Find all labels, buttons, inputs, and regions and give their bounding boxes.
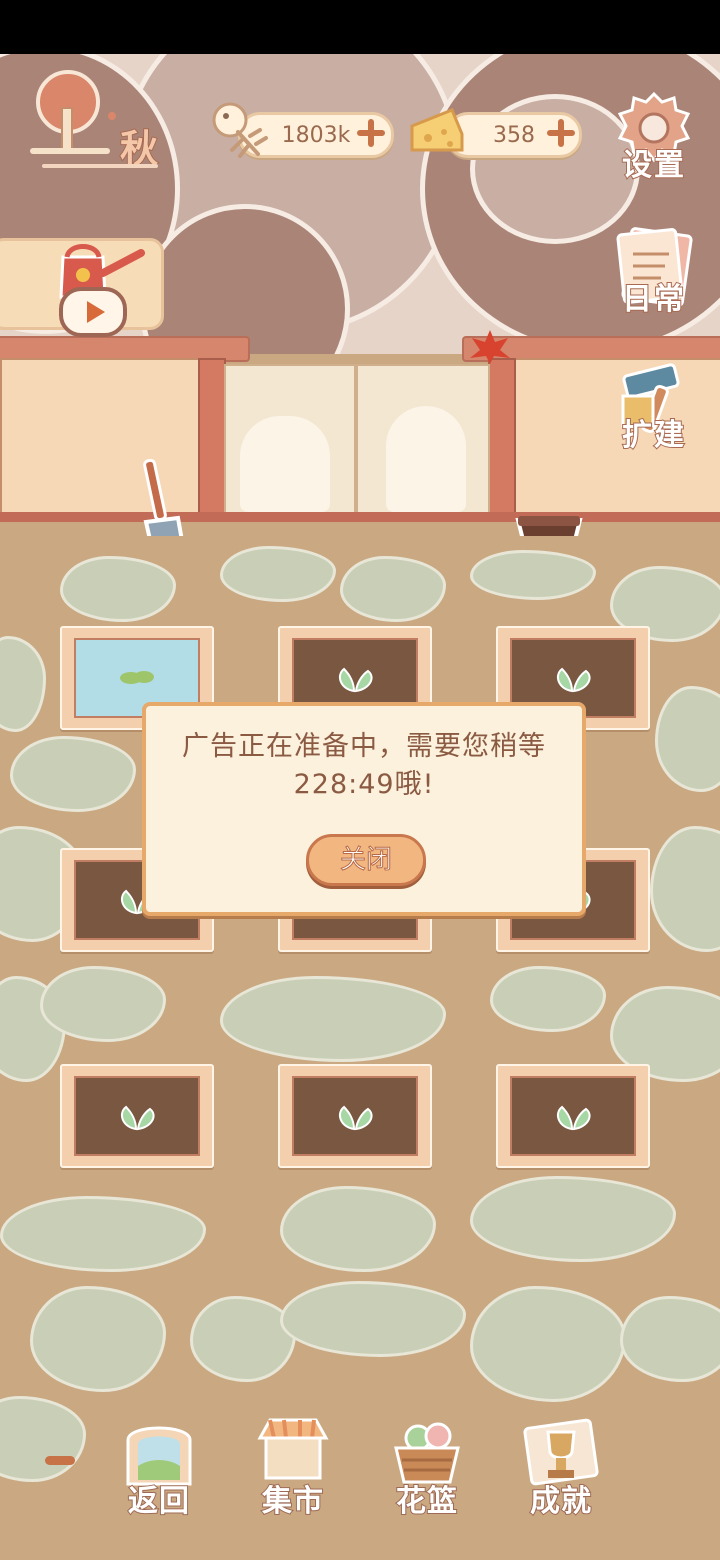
maple-leaf-icon	[470, 330, 510, 364]
sprout-icon	[120, 1105, 155, 1131]
market-label: 集市	[261, 1483, 324, 1520]
ad-loading-dialog: 广告正在准备中，需要您稍等228:49哦! 关闭	[142, 702, 586, 916]
garden-plot[interactable]	[60, 1064, 214, 1168]
plus-icon[interactable]	[356, 118, 386, 148]
plus-icon[interactable]	[546, 118, 576, 148]
status-bar	[0, 0, 720, 54]
sprout-icon	[556, 667, 591, 693]
dialog-message: 广告正在准备中，需要您稍等228:49哦!	[182, 731, 546, 800]
build-button[interactable]: 扩建	[606, 360, 702, 454]
market-button[interactable]: 集市	[248, 1414, 338, 1520]
tree-icon	[30, 70, 110, 154]
play-icon	[87, 301, 105, 323]
lily-pad-icon	[120, 671, 154, 684]
sprout-icon	[556, 1105, 591, 1131]
basket-button[interactable]: 花篮	[382, 1414, 472, 1520]
cheese-icon	[410, 108, 464, 152]
fish-bone-icon	[212, 102, 268, 158]
garden-plot[interactable]	[496, 1064, 650, 1168]
daily-button[interactable]: 日常	[606, 226, 702, 318]
back-label: 返回	[127, 1483, 190, 1520]
sprout-icon	[338, 1105, 373, 1131]
cheese-currency-value: 358	[493, 122, 535, 148]
play-button[interactable]	[59, 287, 127, 337]
achievements-label: 成就	[529, 1483, 592, 1520]
fish-currency-value: 1803k	[281, 122, 351, 148]
garden-plot[interactable]	[278, 1064, 432, 1168]
season-badge[interactable]: 秋	[24, 68, 180, 172]
collapse-toggle[interactable]	[45, 1456, 75, 1465]
watering-can-ad-button[interactable]	[0, 238, 164, 337]
close-button[interactable]: 关闭	[306, 834, 426, 886]
settings-button[interactable]: 设置	[606, 90, 702, 184]
basket-label: 花篮	[395, 1483, 458, 1520]
achievements-button[interactable]: 成就	[516, 1414, 606, 1520]
sprout-icon	[338, 667, 373, 693]
back-button[interactable]: 返回	[114, 1414, 204, 1520]
